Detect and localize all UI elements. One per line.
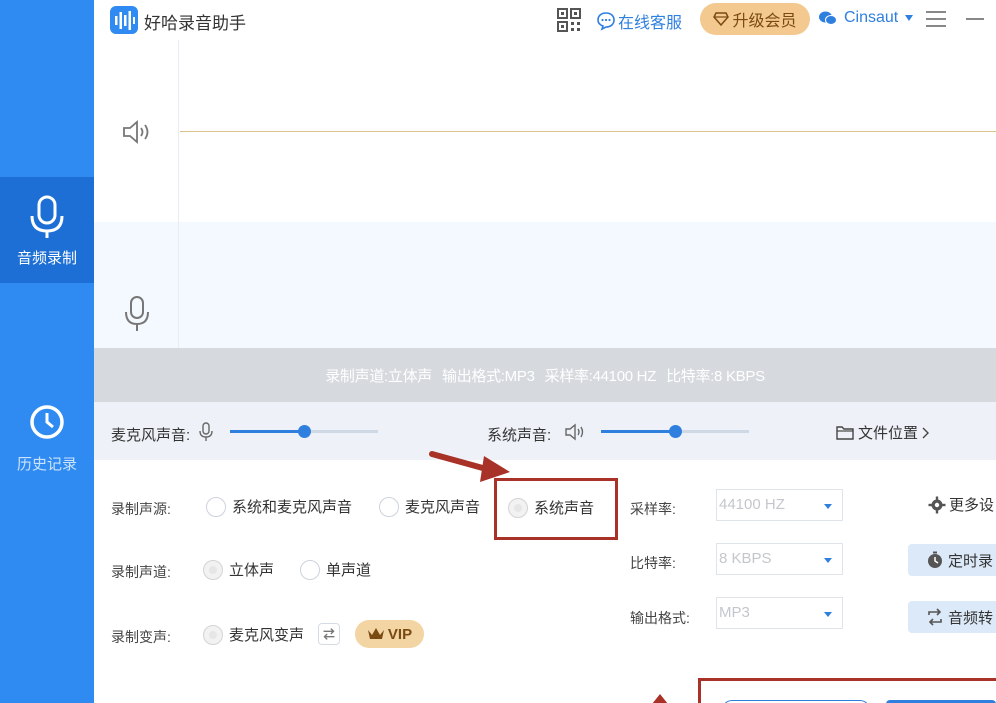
radio-mic-voice-change[interactable]: 麦克风变声 bbox=[203, 624, 304, 645]
channel-label: 录制声道: bbox=[111, 564, 171, 580]
sidebar-item-label: 音频录制 bbox=[16, 250, 77, 267]
folder-icon bbox=[836, 426, 854, 440]
upgrade-vip-label: 升级会员 bbox=[732, 13, 797, 30]
caret-down-icon bbox=[905, 15, 914, 21]
waveform-line bbox=[180, 131, 996, 132]
caret-down-icon bbox=[824, 558, 832, 563]
chevron-right-icon bbox=[922, 427, 930, 438]
upgrade-vip-button[interactable]: 升级会员 bbox=[700, 3, 810, 35]
swap-icon[interactable] bbox=[318, 623, 340, 645]
radio-dot bbox=[206, 496, 226, 517]
sample-rate-label: 采样率: bbox=[630, 501, 676, 517]
sidebar: 音频录制 历史记录 bbox=[0, 0, 94, 703]
radio-label: 单声道 bbox=[326, 562, 372, 579]
volume-row: 麦克风声音: 系统声音: 文件位置 bbox=[94, 402, 996, 460]
mic-volume-slider[interactable] bbox=[230, 425, 378, 438]
mic-wave-panel bbox=[94, 222, 996, 348]
radio-label: 麦克风变声 bbox=[229, 627, 305, 644]
sample-rate-value: 44100 HZ bbox=[719, 496, 785, 513]
mic-volume-fill bbox=[230, 430, 304, 433]
status-channel: 录制声道:立体声 bbox=[325, 367, 432, 385]
file-location-button[interactable]: 文件位置 bbox=[836, 422, 930, 443]
diamond-icon bbox=[713, 12, 730, 26]
mic-volume-knob[interactable] bbox=[298, 425, 311, 438]
title-bar: 好哈录音助手 在线客服 升级会员 Cinsaut bbox=[94, 0, 996, 40]
user-menu[interactable]: Cinsaut bbox=[818, 9, 914, 27]
username: Cinsaut bbox=[844, 9, 899, 26]
mic-small-icon bbox=[199, 422, 213, 441]
caret-down-icon bbox=[824, 504, 832, 509]
speaker-icon bbox=[123, 120, 149, 144]
output-format-value: MP3 bbox=[719, 604, 750, 621]
caret-down-icon bbox=[824, 612, 832, 617]
radio-mic-only[interactable]: 麦克风声音 bbox=[379, 496, 480, 517]
hamburger-menu-icon[interactable] bbox=[926, 10, 946, 28]
bit-rate-label: 比特率: bbox=[630, 555, 676, 571]
system-volume-slider[interactable] bbox=[601, 425, 749, 438]
vip-badge: VIP bbox=[355, 620, 424, 648]
online-service-link[interactable]: 在线客服 bbox=[596, 9, 682, 33]
output-format-select[interactable]: MP3 bbox=[716, 597, 843, 629]
clock-icon bbox=[30, 405, 64, 439]
status-bit-rate: 比特率:8 KBPS bbox=[666, 367, 765, 385]
timer-record-button[interactable]: 定时录 bbox=[908, 544, 996, 576]
radio-label: 立体声 bbox=[229, 562, 275, 579]
online-service-label: 在线客服 bbox=[618, 15, 683, 32]
bit-rate-value: 8 KBPS bbox=[719, 550, 772, 567]
more-settings-button[interactable]: 更多设 bbox=[928, 494, 994, 515]
file-location-label: 文件位置 bbox=[858, 425, 919, 442]
status-sample-rate: 采样率:44100 HZ bbox=[544, 367, 657, 385]
radio-system-and-mic[interactable]: 系统和麦克风声音 bbox=[206, 496, 352, 517]
radio-stereo[interactable]: 立体声 bbox=[203, 559, 274, 580]
app-logo bbox=[110, 6, 138, 34]
voice-change-label: 录制变声: bbox=[111, 629, 171, 645]
settings-panel: 录制声源: 系统和麦克风声音 麦克风声音 系统声音 录制声道: 立体声 单声道 … bbox=[94, 451, 996, 703]
crown-icon bbox=[367, 628, 384, 639]
bit-rate-select[interactable]: 8 KBPS bbox=[716, 543, 843, 575]
app-title: 好哈录音助手 bbox=[144, 14, 246, 33]
radio-label: 麦克风声音 bbox=[405, 499, 481, 516]
radio-dot-checked bbox=[203, 624, 223, 645]
wechat-icon bbox=[819, 11, 837, 25]
radio-dot bbox=[379, 496, 399, 517]
sample-rate-select[interactable]: 44100 HZ bbox=[716, 489, 843, 521]
timer-record-label: 定时录 bbox=[948, 552, 994, 570]
annotation-arrow-icon bbox=[429, 451, 510, 482]
minimize-icon[interactable] bbox=[966, 18, 984, 20]
gear-icon bbox=[928, 496, 946, 513]
mic-icon bbox=[125, 296, 149, 331]
microphone-icon bbox=[30, 195, 64, 238]
radio-mono[interactable]: 单声道 bbox=[300, 559, 371, 580]
system-volume-fill bbox=[601, 430, 675, 433]
sidebar-item-audio-record[interactable]: 音频录制 bbox=[0, 177, 94, 283]
system-volume-label: 系统声音: bbox=[487, 427, 552, 444]
convert-icon bbox=[928, 608, 942, 626]
audio-convert-label: 音频转 bbox=[948, 609, 994, 627]
audio-convert-button[interactable]: 音频转 bbox=[908, 601, 996, 633]
recording-status-bar: 录制声道:立体声 输出格式:MP3 采样率:44100 HZ 比特率:8 KBP… bbox=[94, 348, 996, 402]
more-settings-label: 更多设 bbox=[949, 497, 995, 514]
mic-volume-label: 麦克风声音: bbox=[111, 427, 191, 444]
speaker-small-icon bbox=[565, 423, 584, 441]
output-format-label: 输出格式: bbox=[630, 610, 690, 626]
annotation-arrow-icon bbox=[652, 694, 668, 703]
radio-label: 系统和麦克风声音 bbox=[232, 499, 353, 516]
qr-code-icon[interactable] bbox=[556, 7, 582, 33]
source-label: 录制声源: bbox=[111, 501, 171, 517]
vip-label: VIP bbox=[387, 625, 413, 643]
sidebar-item-label: 历史记录 bbox=[16, 456, 77, 473]
status-format: 输出格式:MP3 bbox=[442, 367, 535, 385]
radio-dot bbox=[300, 559, 320, 580]
chat-bubble-icon bbox=[597, 12, 615, 31]
system-volume-knob[interactable] bbox=[669, 425, 682, 438]
timer-icon bbox=[928, 551, 942, 568]
radio-dot-checked bbox=[203, 559, 223, 580]
sidebar-item-history[interactable]: 历史记录 bbox=[0, 395, 94, 495]
